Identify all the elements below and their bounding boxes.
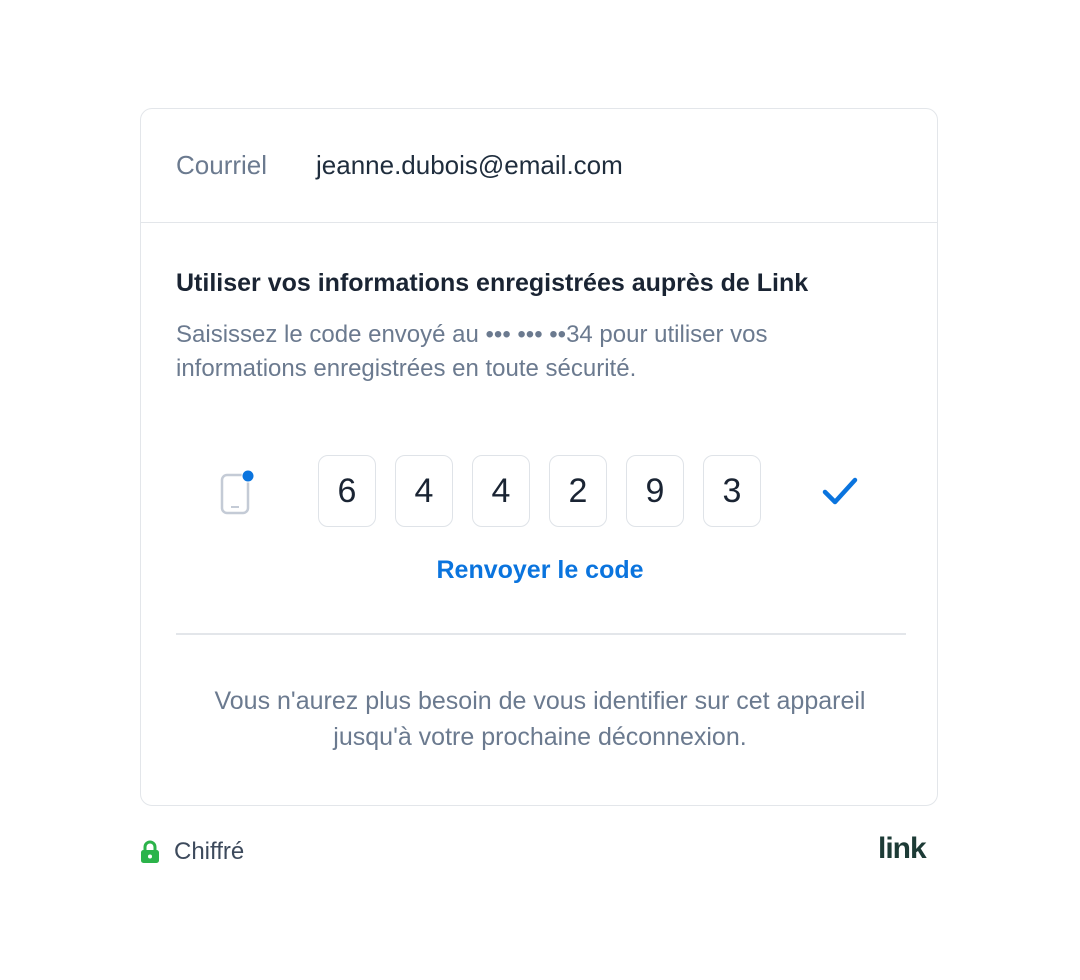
otp-digit-2[interactable]: 4 xyxy=(395,455,453,527)
verification-heading: Utiliser vos informations enregistrées a… xyxy=(176,269,809,297)
link-logo-text: link xyxy=(878,832,927,865)
footer-bar: Chiffré link xyxy=(140,832,940,872)
verification-card: Courriel jeanne.dubois@email.com Utilise… xyxy=(140,108,938,806)
resend-code-link[interactable]: Renvoyer le code xyxy=(141,556,939,585)
footnote-line-2: jusqu'à votre prochaine déconnexion. xyxy=(333,723,747,751)
email-value: jeanne.dubois@email.com xyxy=(316,150,623,180)
otp-code-row: 6 4 4 2 9 3 xyxy=(141,455,939,531)
verification-description: Saisissez le code envoyé au ••• ••• ••34… xyxy=(176,321,768,382)
otp-digit-6[interactable]: 3 xyxy=(703,455,761,527)
check-icon xyxy=(822,477,858,505)
otp-digit-1[interactable]: 6 xyxy=(318,455,376,527)
email-row[interactable]: Courriel jeanne.dubois@email.com xyxy=(141,109,937,223)
otp-digit-3[interactable]: 4 xyxy=(472,455,530,527)
phone-notification-icon xyxy=(220,469,255,515)
otp-digit-5[interactable]: 9 xyxy=(626,455,684,527)
lock-icon xyxy=(141,840,159,863)
session-footnote: Vous n'aurez plus besoin de vous identif… xyxy=(141,683,939,755)
footnote-line-1: Vous n'aurez plus besoin de vous identif… xyxy=(214,687,866,715)
divider xyxy=(176,633,906,635)
otp-digit-4[interactable]: 2 xyxy=(549,455,607,527)
verification-body: Utiliser vos informations enregistrées a… xyxy=(141,269,937,386)
link-logo: link xyxy=(878,832,928,865)
encrypted-label: Chiffré xyxy=(174,838,245,865)
email-label: Courriel xyxy=(176,150,268,180)
